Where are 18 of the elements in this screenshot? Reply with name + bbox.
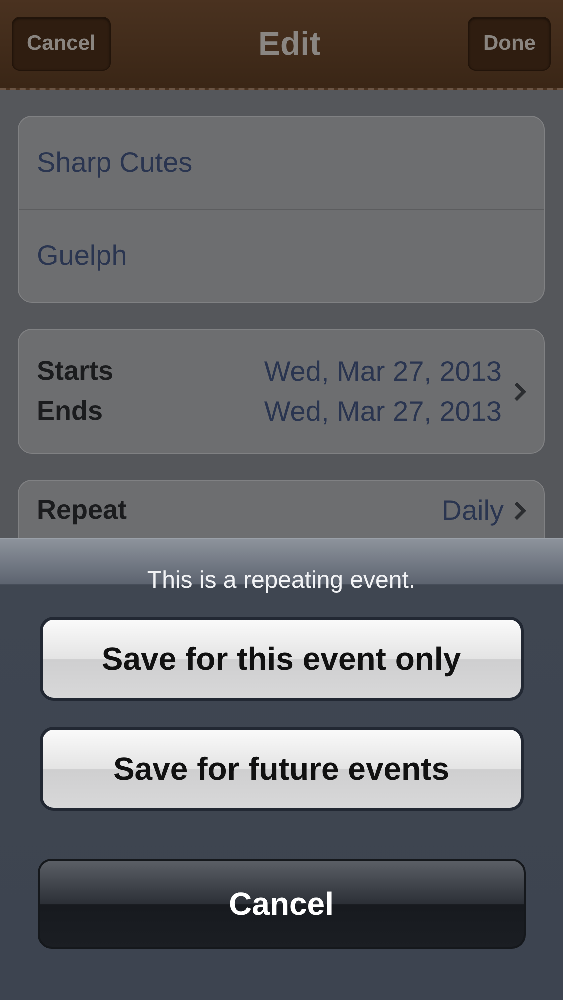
done-button[interactable]: Done xyxy=(468,17,551,71)
repeat-label: Repeat xyxy=(37,495,128,526)
window-title: Edit xyxy=(258,25,321,63)
cancel-button[interactable]: Cancel xyxy=(38,859,526,949)
repeat-value: Daily xyxy=(442,495,504,527)
date-label: Starts xyxy=(37,356,114,388)
date-value: Wed, Mar 27, 2013 xyxy=(264,396,502,428)
date-label: Ends xyxy=(37,396,104,428)
date-value: Wed, Mar 27, 2013 xyxy=(264,356,502,388)
chevron-icon xyxy=(514,382,526,402)
event-title-field[interactable]: Sharp Cutes xyxy=(37,147,193,179)
cancel-button[interactable]: Cancel xyxy=(12,17,111,71)
chevron-icon xyxy=(514,501,526,521)
location-field[interactable]: Guelph xyxy=(37,240,128,272)
action-sheet-message: This is a repeating event. xyxy=(147,567,416,595)
save-button[interactable]: Save for this event only xyxy=(40,617,524,701)
save-button[interactable]: Save for future events xyxy=(40,727,524,811)
dates-group[interactable]: Starts Wed, Mar 27, 2013 Ends Wed, Mar 27, 2013 xyxy=(18,329,545,454)
